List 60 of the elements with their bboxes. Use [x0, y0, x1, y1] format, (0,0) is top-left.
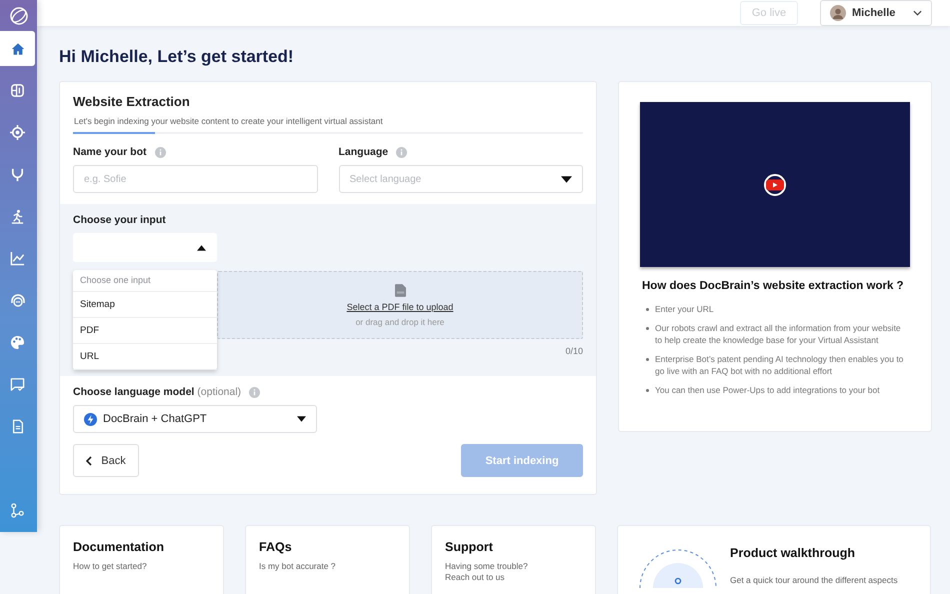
caret-icon — [561, 176, 572, 182]
upload-hint: or drag and drop it here — [356, 316, 444, 326]
flow-icon — [10, 503, 25, 518]
bullet-text: Enterprise Bot’s patent pending AI technology then enables you to go live with an FAQ bot with no additional effort — [655, 352, 904, 378]
input-select[interactable] — [73, 233, 217, 262]
bullet-text: Enter your URL — [655, 303, 714, 316]
headset-icon — [10, 292, 26, 308]
info-icon — [154, 146, 166, 158]
chat-check-icon — [10, 377, 25, 392]
field-label: Choose your input — [73, 214, 166, 226]
upload-dropzone[interactable]: Select a PDF file to upload or drag and drop it here — [217, 271, 583, 339]
resource-link[interactable]: How to get started? — [73, 561, 210, 572]
caret-icon — [197, 244, 206, 250]
bullet-text: Our robots crawl and extract all the information from your website to help create the knowledge base for your Virtual Assistant — [655, 322, 902, 346]
bullet-icon — [646, 388, 649, 392]
resource-link[interactable]: Is my bot accurate ? — [259, 561, 396, 572]
map-icon — [10, 83, 25, 98]
bot-name-field[interactable]: e.g. Sofie — [73, 165, 318, 193]
resource-link[interactable]: Having some trouble? — [445, 561, 582, 572]
resource-link[interactable]: Reach out to us — [445, 572, 582, 583]
bullet-icon — [646, 326, 649, 330]
chart-icon — [10, 251, 25, 266]
avatar-icon — [830, 5, 846, 21]
chevron-left-icon — [86, 456, 92, 466]
bullet-icon — [646, 358, 649, 360]
document-icon — [10, 419, 24, 434]
chevron-down-icon — [913, 10, 922, 16]
resource-title: FAQs — [259, 540, 293, 554]
walkthrough-text: Get a quick tour around the different aspects — [730, 575, 898, 585]
back-button[interactable]: Back — [73, 444, 139, 477]
walkthrough-title: Product walkthrough — [730, 546, 856, 560]
upload-link[interactable]: Select a PDF file to upload — [346, 302, 454, 312]
runner-icon — [10, 209, 25, 224]
card-title: Website Extraction — [73, 94, 191, 109]
info-icon — [396, 146, 408, 158]
menu-option[interactable]: URL — [73, 344, 217, 370]
card-subtitle: Let's begin indexing your website content to create your intelligent virtual assistant — [74, 116, 384, 126]
lightning-icon — [84, 412, 97, 426]
field-label: Choose language model (optional) — [73, 386, 242, 398]
palette-icon — [10, 335, 25, 350]
file-count: 0/10 — [565, 346, 583, 356]
fork-icon — [10, 167, 25, 182]
bullet-text: You can then use Power-Ups to add integrations to your bot — [655, 384, 880, 396]
resource-title: Documentation — [73, 540, 165, 554]
info-icon — [249, 386, 260, 398]
logo-icon — [8, 6, 28, 26]
user-menu[interactable]: Michelle — [820, 0, 932, 26]
caret-icon — [297, 416, 306, 422]
home-icon — [10, 42, 24, 56]
page-heading: Hi Michelle, Let’s get started! — [59, 47, 295, 67]
pdf-file-icon — [394, 284, 406, 296]
resource-title: Support — [445, 540, 494, 554]
target-icon — [10, 125, 25, 140]
play-logo-icon — [763, 172, 787, 196]
field-label: Language — [338, 146, 388, 158]
nav-item[interactable] — [0, 31, 35, 66]
bullet-icon — [646, 308, 649, 311]
field-label: Name your bot — [73, 146, 147, 158]
model-select[interactable]: DocBrain + ChatGPT — [73, 405, 317, 433]
video-card-title: How does DocBrain’s website extraction work ? — [642, 280, 905, 292]
